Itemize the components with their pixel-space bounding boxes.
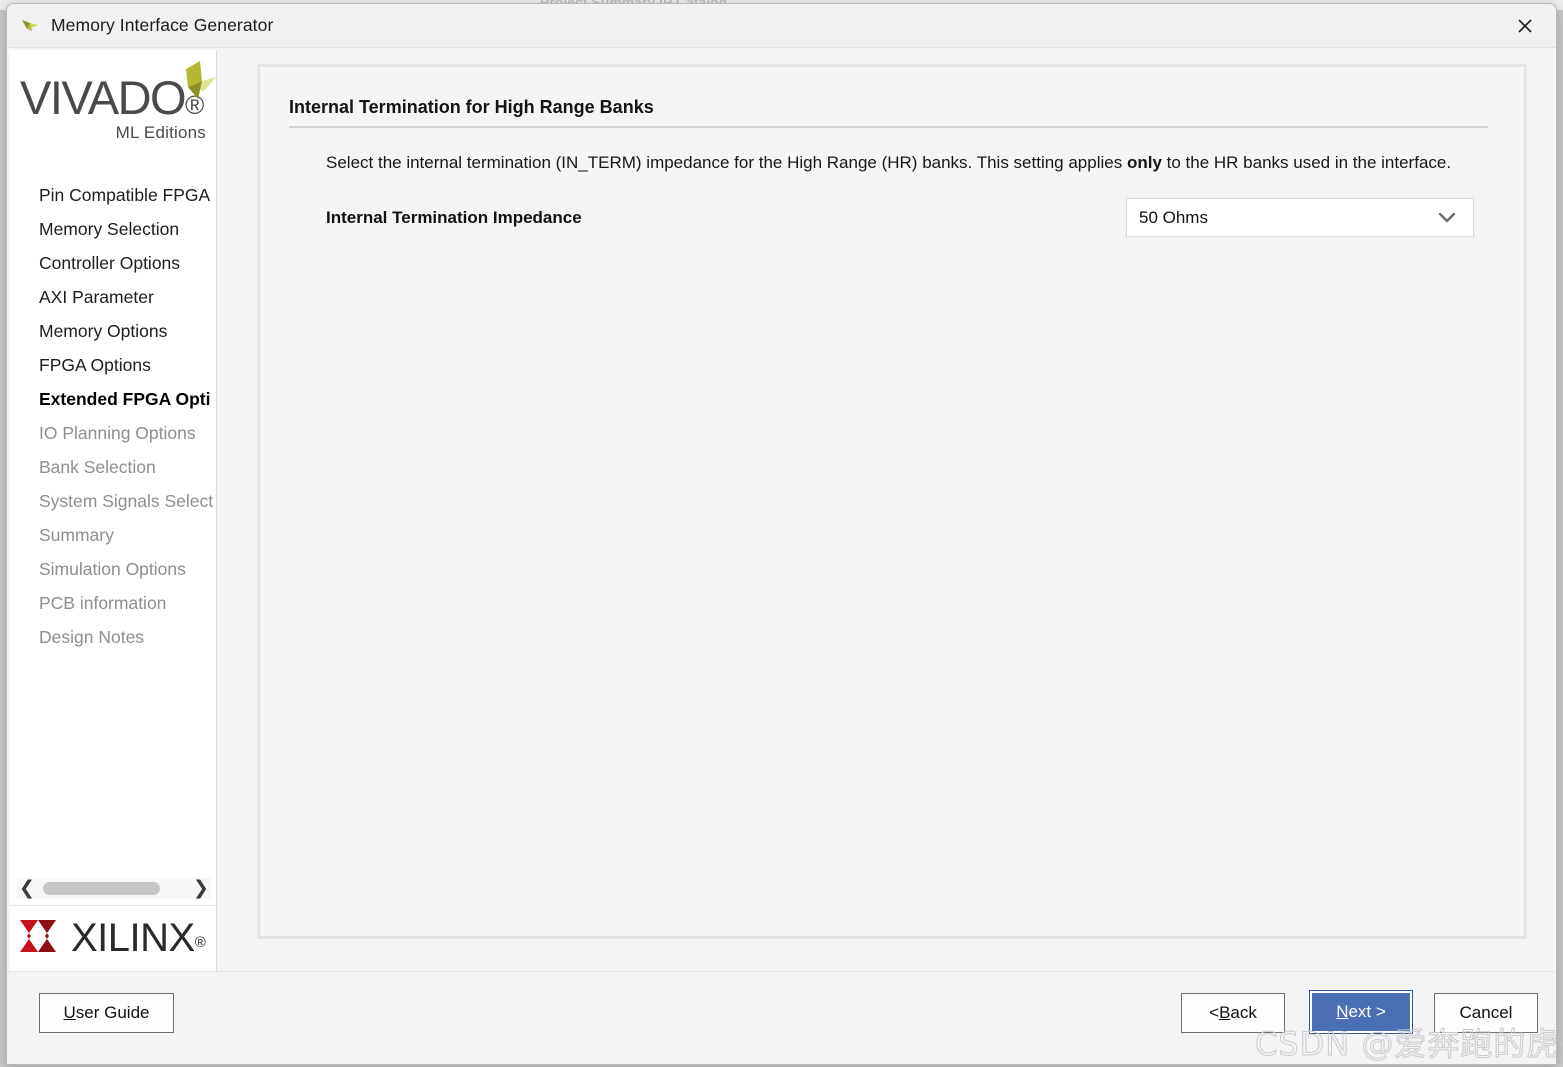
- xilinx-wordmark: XILINX®: [71, 916, 206, 960]
- vivado-logo-icon: [19, 15, 41, 37]
- scrollbar-thumb[interactable]: [43, 882, 160, 895]
- back-accel: B: [1219, 1003, 1231, 1022]
- sidebar-item-summary: Summary: [39, 525, 114, 545]
- next-accel: N: [1336, 1002, 1349, 1021]
- sidebar-item-pcb-information: PCB information: [39, 593, 167, 613]
- scrollbar-track[interactable]: [37, 878, 191, 899]
- sidebar-item-axi-parameter[interactable]: AXI Parameter: [10, 280, 216, 314]
- sidebar-item-fpga-options[interactable]: FPGA Options: [10, 348, 216, 382]
- sidebar-item-simulation-options: Simulation Options: [39, 559, 186, 579]
- vivado-logo: VIVADO® ML Editions: [10, 50, 216, 170]
- back-prefix: <: [1209, 1003, 1220, 1022]
- cancel-button[interactable]: Cancel: [1434, 993, 1538, 1033]
- dialog-footer: User Guide < Back Next > Cancel: [7, 971, 1556, 1064]
- sidebar-item-io-planning-options: IO Planning Options: [39, 423, 196, 443]
- vivado-subtitle: ML Editions: [115, 123, 206, 142]
- description-emphasis: only: [1126, 153, 1162, 172]
- internal-termination-impedance-value: 50 Ohms: [1139, 207, 1208, 227]
- sidebar-item-memory-options[interactable]: Memory Options: [10, 314, 216, 348]
- content-panel-inner: Internal Termination for High Range Bank…: [259, 66, 1525, 937]
- sidebar-horizontal-scrollbar[interactable]: ❮ ❯: [17, 878, 211, 899]
- user-guide-suffix: ser Guide: [75, 1003, 150, 1022]
- back-suffix: ack: [1230, 1003, 1257, 1022]
- sidebar-item-extended-fpga-options[interactable]: Extended FPGA Opti: [10, 382, 216, 416]
- vivado-chevron-icon: [160, 59, 216, 112]
- xilinx-x-icon: [18, 916, 62, 961]
- xilinx-logo: XILINX®: [10, 905, 216, 971]
- sidebar: VIVADO® ML Editions Pin Compatible FPGA …: [10, 50, 217, 971]
- dialog-body: VIVADO® ML Editions Pin Compatible FPGA …: [7, 48, 1556, 973]
- internal-termination-impedance-label: Internal Termination Impedance: [326, 207, 582, 227]
- sidebar-item-controller-options[interactable]: Controller Options: [10, 246, 216, 280]
- user-guide-button[interactable]: User Guide: [39, 993, 174, 1033]
- chevron-down-icon: [1437, 211, 1457, 224]
- chevron-left-icon[interactable]: ❮: [17, 879, 37, 898]
- chevron-right-icon[interactable]: ❯: [191, 879, 211, 898]
- next-button[interactable]: Next >: [1309, 990, 1413, 1034]
- title-bar: Memory Interface Generator: [7, 4, 1556, 48]
- internal-termination-impedance-select[interactable]: 50 Ohms: [1126, 198, 1474, 237]
- cancel-label: Cancel: [1459, 1003, 1513, 1022]
- memory-interface-generator-dialog: Memory Interface Generator VIVADO® ML Ed…: [6, 3, 1557, 1065]
- xilinx-registered-mark: ®: [194, 934, 206, 951]
- description-part-2: to the HR banks used in the interface.: [1161, 153, 1452, 172]
- window-title: Memory Interface Generator: [51, 15, 274, 35]
- content-panel: Internal Termination for High Range Bank…: [257, 64, 1527, 939]
- next-suffix: ext >: [1348, 1002, 1386, 1021]
- title-divider: [289, 126, 1488, 128]
- sidebar-item-system-signals-selection: System Signals Select: [39, 491, 214, 511]
- sidebar-item-memory-selection[interactable]: Memory Selection: [10, 212, 216, 246]
- internal-termination-impedance-row: Internal Termination Impedance 50 Ohms: [326, 198, 1496, 237]
- description-part-1: Select the internal termination (IN_TERM…: [326, 153, 1127, 172]
- page-title: Internal Termination for High Range Bank…: [289, 97, 654, 117]
- back-button[interactable]: < Back: [1181, 993, 1285, 1033]
- sidebar-nav: Pin Compatible FPGA Memory Selection Con…: [10, 178, 216, 654]
- sidebar-item-pin-compatible-fpga[interactable]: Pin Compatible FPGA: [10, 178, 216, 212]
- close-icon[interactable]: [1494, 4, 1556, 47]
- user-guide-accel: U: [63, 1003, 76, 1022]
- sidebar-item-bank-selection: Bank Selection: [39, 457, 156, 477]
- sidebar-item-design-notes: Design Notes: [39, 627, 145, 647]
- description-text: Select the internal termination (IN_TERM…: [326, 150, 1456, 176]
